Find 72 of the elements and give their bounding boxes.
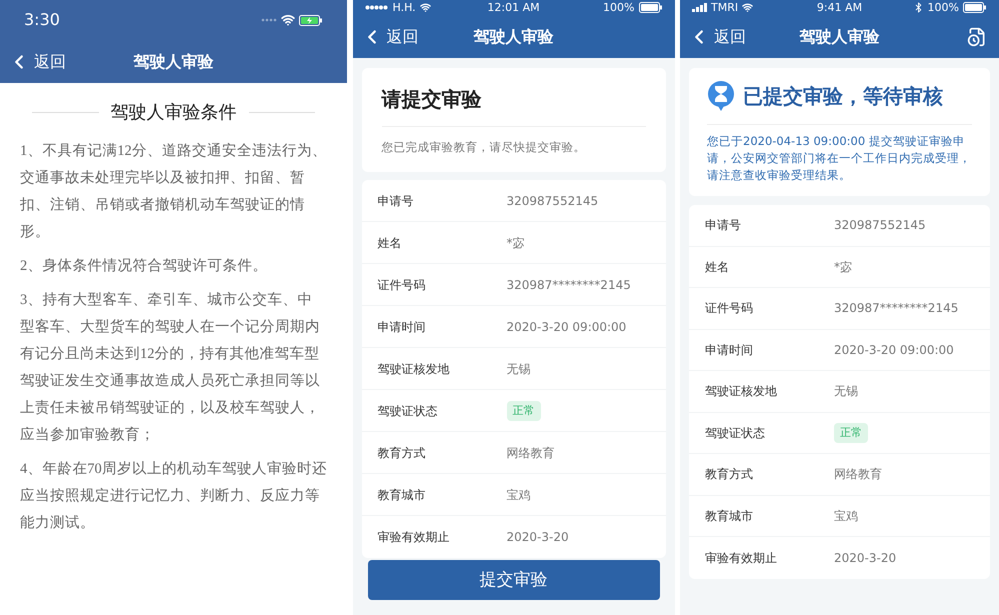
field-value: *宓 [506, 234, 524, 252]
back-button[interactable]: 返回 [0, 50, 66, 74]
wifi-icon [742, 2, 754, 13]
field-value: *宓 [834, 258, 852, 276]
notice-title: 请提交审验 [382, 84, 646, 127]
field-label: 驾驶证状态 [705, 424, 766, 442]
field-value: 2020-3-20 09:00:00 [834, 342, 954, 359]
back-button[interactable]: 返回 [352, 24, 418, 48]
field-label: 姓名 [705, 258, 730, 276]
section-heading: 驾驶人审验条件 [110, 101, 236, 125]
status-badge: 正常 [506, 400, 540, 421]
battery-percent: 100% [603, 2, 634, 13]
field-label: 姓名 [378, 234, 402, 252]
back-button[interactable]: 返回 [680, 24, 746, 48]
field-value: 320987********2145 [834, 300, 958, 318]
notice-message: 您已完成审验教育，请尽快提交审验。 [382, 139, 586, 156]
notice-title: 已提交审验，等待审核 [743, 83, 943, 110]
field-label: 申请时间 [378, 318, 426, 336]
wifi-icon [281, 13, 295, 27]
battery-percent: 100% [928, 2, 959, 13]
nav-title: 驾驶人审验 [474, 26, 554, 48]
field-label: 教育方式 [705, 466, 754, 484]
submit-button[interactable]: 提交审验 [368, 560, 660, 600]
condition-paragraph: 3、持有大型客车、牵引车、城市公交车、中型客车、大型货车的驾驶人在一个记分周期内有记分且尚未达到12分的，持有其他准驾车型驾驶证发生交通事故造成人员死亡承担同等以上责任未被吊销驾驶证的，以及校车驾驶人，应当参加审验教育； [20, 290, 321, 445]
nav-title: 驾驶人审验 [134, 50, 214, 72]
field-value: 网络教育 [834, 466, 882, 484]
battery-icon [963, 2, 987, 13]
field-value: 320987552145 [506, 192, 598, 210]
field-label: 驾驶证状态 [378, 402, 438, 420]
field-value: 2020-3-20 09:00:00 [506, 318, 626, 336]
signal-icon [692, 3, 707, 12]
field-label: 申请号 [705, 217, 742, 234]
nav-title: 驾驶人审验 [800, 26, 880, 48]
signal-icon [364, 5, 388, 10]
field-value: 宝鸡 [506, 486, 530, 504]
status-time: 9:41 AM [816, 2, 862, 13]
field-value: 320987552145 [834, 217, 926, 234]
field-label: 证件号码 [378, 276, 426, 294]
field-label: 驾驶证核发地 [378, 360, 450, 378]
field-value: 2020-3-20 [834, 550, 896, 567]
document-clock-icon [967, 26, 987, 46]
field-label: 教育城市 [378, 486, 426, 504]
wifi-icon [420, 2, 431, 13]
field-label: 证件号码 [705, 300, 754, 318]
field-label: 申请时间 [705, 342, 754, 359]
field-label: 教育城市 [705, 508, 754, 525]
status-time: 3:30 [24, 9, 60, 31]
field-value: 无锡 [834, 383, 858, 400]
field-label: 申请号 [378, 192, 414, 210]
notice-message: 您已于2020-04-13 09:00:00 提交驾驶证审验申请，公安网交管部门将在一个工作日内完成受理，请注意查收审验受理结果。 [707, 133, 972, 184]
signal-icon [261, 18, 277, 22]
field-label: 审验有效期止 [378, 529, 450, 546]
field-value: 网络教育 [506, 444, 554, 462]
field-value: 无锡 [506, 360, 530, 378]
hourglass-icon [707, 80, 735, 112]
field-label: 教育方式 [378, 444, 426, 462]
carrier-name: TMRI [711, 2, 738, 13]
condition-paragraph: 2、身体条件情况符合驾驶许可条件。 [20, 257, 268, 276]
field-label: 驾驶证核发地 [705, 383, 778, 400]
condition-paragraph: 1、不具有记满12分、道路交通安全违法行为、交通事故未处理完毕以及被扣押、扣留、暂扣、注销、吊销或者撤销机动车驾驶证的情形。 [20, 142, 327, 242]
carrier-name: H.H. [392, 2, 416, 13]
condition-paragraph: 4、年龄在70周岁以上的机动车驾驶人审验时还应当按照规定进行记忆力、判断力、反应力等能力测试。 [20, 460, 327, 533]
battery-icon [638, 2, 662, 13]
field-value: 320987********2145 [506, 276, 631, 294]
battery-icon [299, 14, 323, 26]
status-badge: 正常 [834, 422, 868, 443]
status-time: 12:01 AM [487, 2, 540, 13]
history-button[interactable] [967, 26, 987, 46]
field-value: 2020-3-20 [506, 529, 569, 546]
field-label: 审验有效期止 [705, 550, 778, 567]
bluetooth-icon [912, 2, 924, 13]
field-value: 宝鸡 [834, 508, 858, 525]
